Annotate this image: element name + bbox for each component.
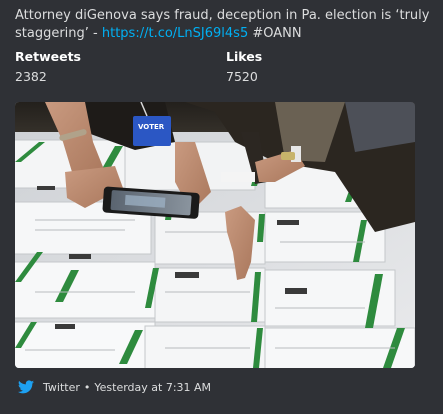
footer-separator: • — [83, 380, 91, 394]
ballot-counting-photo: VOTER — [15, 102, 415, 368]
twitter-icon — [18, 380, 34, 394]
footer-timestamp: Yesterday at 7:31 AM — [94, 380, 212, 394]
tweet-embed: Attorney diGenova says fraud, deception … — [0, 0, 443, 414]
embed-footer: Twitter • Yesterday at 7:31 AM — [18, 378, 211, 396]
likes-label: Likes — [226, 49, 263, 64]
tweet-hashtag: #OANN — [248, 26, 302, 41]
footer-source: Twitter — [43, 380, 80, 394]
retweets-value: 2382 — [15, 69, 47, 84]
retweets-label: Retweets — [15, 49, 81, 64]
tweet-text: Attorney diGenova says fraud, deception … — [15, 7, 435, 43]
likes-value: 7520 — [226, 69, 258, 84]
tweet-image[interactable]: VOTER — [15, 102, 415, 368]
tweet-link[interactable]: https://t.co/LnSJ69l4s5 — [102, 26, 248, 41]
voter-badge-text: VOTER — [138, 123, 165, 131]
